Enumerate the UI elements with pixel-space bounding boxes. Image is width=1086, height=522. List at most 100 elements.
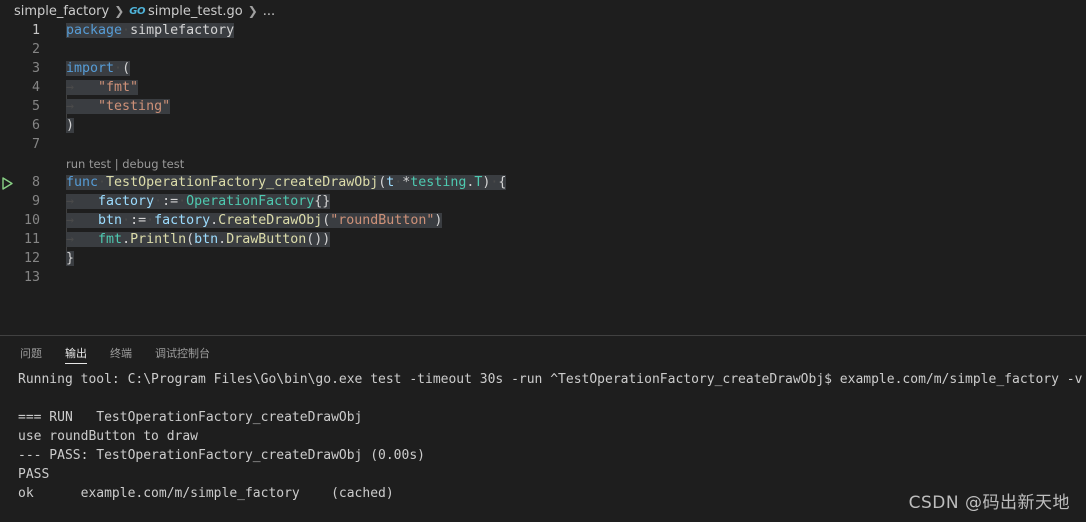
line-number: 6 xyxy=(31,118,40,133)
code-line[interactable]: 10 → btn·:=·factory.CreateDrawObj("roundB… xyxy=(0,211,1086,230)
code-token: testing xyxy=(410,175,467,190)
code-token: "fmt" xyxy=(98,80,139,95)
code-token: package xyxy=(66,23,123,38)
code-token: → xyxy=(66,232,99,247)
code-text: → btn·:=·factory.CreateDrawObj("roundBut… xyxy=(66,211,443,230)
code-token: {} xyxy=(314,194,331,209)
code-text: → "fmt" xyxy=(66,78,139,97)
code-token: btn xyxy=(194,232,219,247)
code-token: fmt xyxy=(98,232,123,247)
line-number: 3 xyxy=(31,61,40,76)
tab-terminal[interactable]: 终端 xyxy=(110,336,132,370)
code-text: → "testing" xyxy=(66,97,171,116)
code-token: CreateDrawObj xyxy=(218,213,323,228)
line-number: 9 xyxy=(31,194,40,209)
code-token: . xyxy=(218,232,227,247)
code-token: . xyxy=(210,213,219,228)
output-line: === RUN TestOperationFactory_createDrawO… xyxy=(18,410,363,425)
code-token: → xyxy=(66,213,99,228)
code-text: → factory·:=·OperationFactory{} xyxy=(66,192,331,211)
code-line[interactable]: 11 → fmt.Println(btn.DrawButton()) xyxy=(0,230,1086,249)
chevron-right-icon: ❯ xyxy=(114,4,125,18)
code-token: ()) xyxy=(306,232,331,247)
code-token: . xyxy=(122,232,131,247)
code-token: · xyxy=(122,213,131,228)
code-token: ) xyxy=(434,213,443,228)
code-token: TestOperationFactory_createDrawObj xyxy=(106,175,379,190)
run-test-link[interactable]: run test xyxy=(66,157,111,171)
code-token: · xyxy=(114,61,123,76)
code-line[interactable]: 4 → "fmt" xyxy=(0,78,1086,97)
tab-problems[interactable]: 问题 xyxy=(20,336,42,370)
code-line[interactable]: 3 import·( xyxy=(0,59,1086,78)
code-token: OperationFactory xyxy=(186,194,315,209)
code-token: ( xyxy=(186,232,195,247)
code-token: · xyxy=(154,194,163,209)
code-token: → xyxy=(66,80,99,95)
debug-test-link[interactable]: debug test xyxy=(122,157,184,171)
output-line: PASS xyxy=(18,467,50,482)
breadcrumb-more[interactable]: ... xyxy=(263,4,275,19)
code-token: btn xyxy=(98,213,123,228)
code-line[interactable]: 2 xyxy=(0,40,1086,59)
line-number: 4 xyxy=(31,80,40,95)
code-token: := xyxy=(162,194,179,209)
code-token: simplefactory xyxy=(130,23,235,38)
code-line[interactable]: 1 package·simplefactory xyxy=(0,21,1086,40)
code-line[interactable]: 8 func·TestOperationFactory_createDrawObj… xyxy=(0,173,1086,192)
breadcrumb: simple_factory ❯ GO simple_test.go ❯ ... xyxy=(0,0,1086,22)
output-log[interactable]: Running tool: C:\Program Files\Go\bin\go… xyxy=(18,370,1082,503)
code-editor[interactable]: run test | debug test 1 package·simplefac… xyxy=(0,21,1086,335)
code-token: · xyxy=(98,175,107,190)
code-line[interactable]: 5 → "testing" xyxy=(0,97,1086,116)
breadcrumb-file[interactable]: simple_test.go xyxy=(148,4,243,19)
panel-tabs: 问题 输出 终端 调试控制台 xyxy=(0,336,1086,370)
code-token: { xyxy=(498,175,507,190)
line-number: 12 xyxy=(23,251,40,266)
code-token: import xyxy=(66,61,115,76)
breadcrumb-folder[interactable]: simple_factory xyxy=(14,4,109,19)
code-token: → xyxy=(66,194,99,209)
code-line[interactable]: 9 → factory·:=·OperationFactory{} xyxy=(0,192,1086,211)
code-text: func·TestOperationFactory_createDrawObj(… xyxy=(66,173,507,192)
code-line[interactable]: 12} xyxy=(0,249,1086,268)
code-token: "roundButton" xyxy=(330,213,435,228)
code-token: ) xyxy=(66,118,75,133)
tab-output[interactable]: 输出 xyxy=(65,336,87,370)
line-number: 2 xyxy=(31,42,40,57)
codelens-separator: | xyxy=(111,157,123,171)
code-text: → fmt.Println(btn.DrawButton()) xyxy=(66,230,331,249)
code-token: factory xyxy=(154,213,211,228)
line-number: 13 xyxy=(23,270,40,285)
code-token: } xyxy=(66,251,75,266)
code-token: → xyxy=(66,99,99,114)
line-number: 11 xyxy=(23,232,40,247)
code-line[interactable]: 6) xyxy=(0,116,1086,135)
code-token: "testing" xyxy=(98,99,171,114)
code-token: · xyxy=(146,213,155,228)
chevron-right-icon: ❯ xyxy=(247,4,258,18)
code-text: import·( xyxy=(66,59,131,78)
watermark: CSDN @码出新天地 xyxy=(908,493,1070,513)
line-number: 10 xyxy=(23,213,40,228)
line-number: 8 xyxy=(31,175,40,190)
line-number: 5 xyxy=(31,99,40,114)
code-token: factory xyxy=(98,194,155,209)
code-text: ) xyxy=(66,116,75,135)
output-line: use roundButton to draw xyxy=(18,429,199,444)
code-token: Println xyxy=(130,232,187,247)
codelens: run test | debug test xyxy=(66,156,184,172)
output-line: --- PASS: TestOperationFactory_createDra… xyxy=(18,448,425,463)
line-number: 7 xyxy=(31,137,40,152)
tab-debug-console[interactable]: 调试控制台 xyxy=(155,336,210,370)
code-line[interactable]: 13 xyxy=(0,268,1086,287)
code-token: func xyxy=(66,175,99,190)
output-line: Running tool: C:\Program Files\Go\bin\go… xyxy=(18,372,1083,387)
line-number: 1 xyxy=(31,23,40,38)
code-text: package·simplefactory xyxy=(66,21,235,40)
code-token: := xyxy=(130,213,147,228)
code-line[interactable]: 7 xyxy=(0,135,1086,154)
code-token: DrawButton xyxy=(226,232,307,247)
code-text: } xyxy=(66,249,75,268)
